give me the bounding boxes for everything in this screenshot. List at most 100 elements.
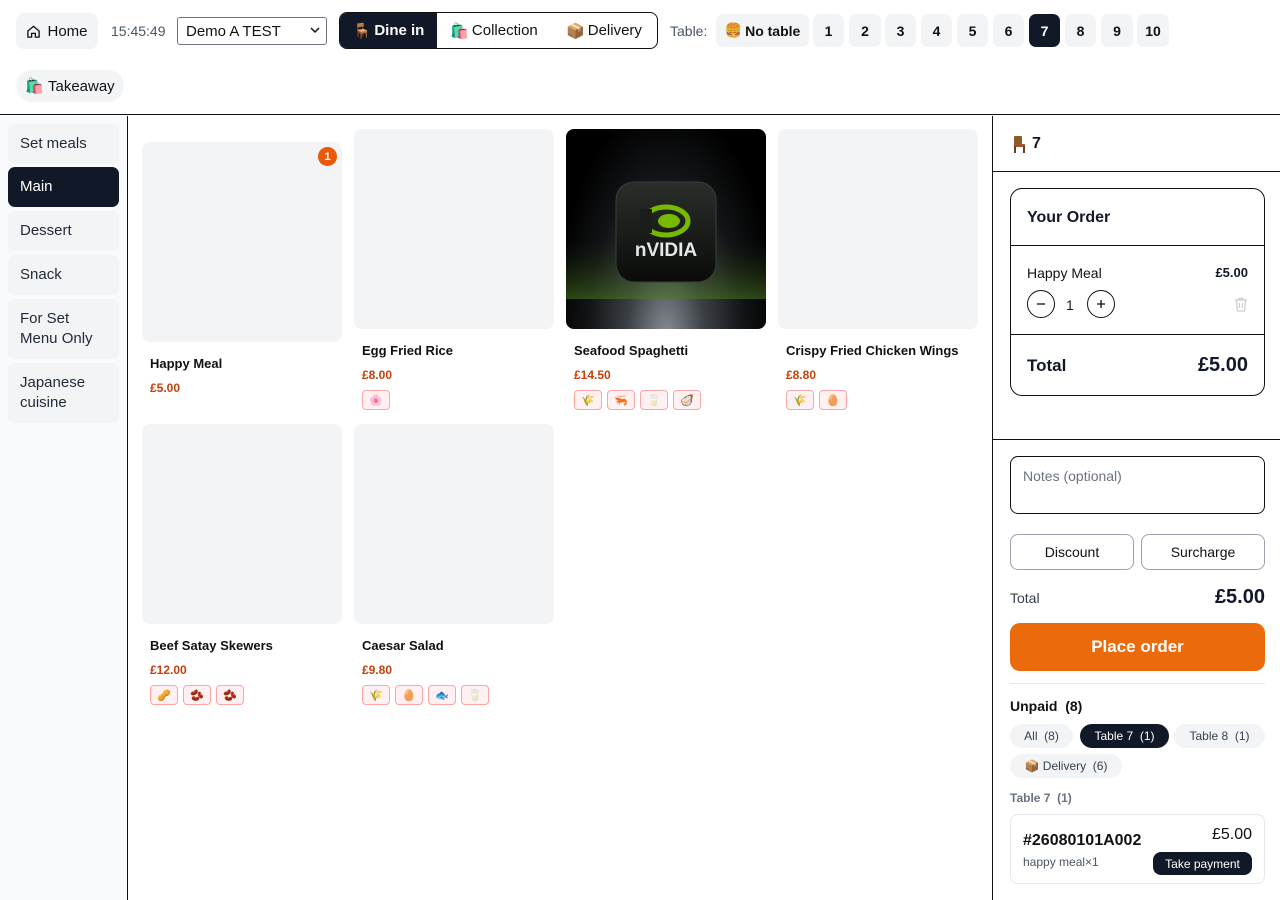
order-panel: 7 Your Order Happy Meal £5.00 1 Total £5… [992,116,1280,900]
current-table-header: 7 [993,116,1280,172]
table-button-2[interactable]: 2 [849,14,881,47]
table-button-8[interactable]: 8 [1065,14,1096,47]
notes-input[interactable]: Notes (optional) [1010,456,1265,514]
trash-icon[interactable] [1234,297,1248,312]
order-item-qty: 1 [1066,297,1074,313]
gluten-allergen-icon: 🌾 [362,685,390,705]
store-select[interactable]: Demo A TEST [177,17,327,45]
category-set-meals[interactable]: Set meals [8,124,119,164]
product-image [142,424,342,624]
table-button-5[interactable]: 5 [957,14,988,47]
product-price: £8.80 [786,368,817,382]
soya-allergen-icon: 🫘 [183,685,211,705]
mode-collection-button[interactable]: 🛍️ Collection [437,13,551,48]
place-order-button[interactable]: Place order [1010,623,1265,671]
category-snack[interactable]: Snack [8,255,119,295]
allergen-list: 🥜 🫘 🫘 [150,685,342,705]
mollusc-allergen-icon: 🦪 [673,390,701,410]
category-for-set-menu-only[interactable]: For Set Menu Only [8,299,119,359]
product-price: £5.00 [150,381,181,395]
grand-total-row: Total £5.00 [1010,586,1265,609]
home-button[interactable]: Home [16,13,98,49]
product-card-happy-meal[interactable]: 1 Happy Meal £5.00 [142,142,342,395]
order-id: #26080101A002 [1023,832,1142,849]
product-price: £9.80 [362,663,393,677]
nvidia-logo-image: nVIDIA [566,181,766,299]
flower-allergen-icon: 🌸 [362,390,390,410]
table-button-9[interactable]: 9 [1101,14,1133,47]
category-dessert[interactable]: Dessert [8,211,119,251]
product-card-crispy-fried-chicken-wings[interactable]: Crispy Fried Chicken Wings £8.80 🌾 🥚 [778,129,978,410]
order-items-summary: happy meal×1 [1023,855,1099,869]
egg-allergen-icon: 🥚 [819,390,847,410]
clock: 15:45:49 [111,23,166,39]
filter-table-7[interactable]: Table 7 (1) [1080,724,1169,748]
product-grid: 1 Happy Meal £5.00 Egg Fried Rice £8.00 … [129,116,991,900]
category-main[interactable]: Main [8,167,119,207]
discount-button[interactable]: Discount [1010,534,1134,570]
product-price: £8.00 [362,368,393,382]
filter-table-8[interactable]: Table 8 (1) [1174,724,1265,748]
grand-total-label: Total [1010,589,1040,606]
chair-icon: 🪑 [352,22,372,40]
unpaid-title: Unpaid (8) [1010,698,1083,714]
table-button-7[interactable]: 7 [1029,14,1060,47]
cart-count-badge: 1 [318,147,337,166]
takeaway-button[interactable]: 🛍️ Takeaway [16,70,124,102]
mode-delivery-button[interactable]: 📦 Delivery [551,13,657,48]
filter-all[interactable]: All (8) [1010,724,1073,748]
product-card-seafood-spaghetti[interactable]: nVIDIA Seafood Spaghetti £14.50 🌾 🦐 🥛 🦪 [566,129,766,410]
home-icon [27,24,41,38]
allergen-list: 🌾 🥚 [786,390,978,410]
no-table-button[interactable]: 🍔 No table [716,14,809,47]
table-button-1[interactable]: 1 [813,14,844,47]
product-image [354,129,554,329]
home-label: Home [47,22,88,40]
table-button-6[interactable]: 6 [993,14,1024,47]
shopping-bag-icon: 🛍️ [450,22,469,40]
take-payment-button[interactable]: Take payment [1153,852,1252,875]
milk-allergen-icon: 🥛 [640,390,668,410]
order-item-name: Happy Meal [1027,265,1102,281]
table-button-10[interactable]: 10 [1137,14,1169,47]
product-image: nVIDIA [566,129,766,329]
product-image [778,129,978,329]
product-card-beef-satay-skewers[interactable]: Beef Satay Skewers £12.00 🥜 🫘 🫘 [142,424,342,705]
gluten-allergen-icon: 🌾 [574,390,602,410]
chair-icon [1014,135,1025,153]
unpaid-order-card[interactable]: #26080101A002 £5.00 happy meal×1 Take pa… [1010,814,1265,884]
product-card-egg-fried-rice[interactable]: Egg Fried Rice £8.00 🌸 [354,129,554,410]
decrease-qty-button[interactable] [1027,290,1055,318]
table-button-4[interactable]: 4 [921,14,952,47]
store-select-value: Demo A TEST [186,22,281,40]
product-image: 1 [142,142,342,342]
category-sidebar: Set meals Main Dessert Snack For Set Men… [0,116,128,900]
fish-allergen-icon: 🐟 [428,685,456,705]
your-order-title: Your Order [1011,189,1264,246]
table-label: Table: [670,23,708,39]
increase-qty-button[interactable] [1087,290,1115,318]
no-table-label: No table [745,22,801,39]
product-card-caesar-salad[interactable]: Caesar Salad £9.80 🌾 🥚 🐟 🥛 [354,424,554,705]
product-name: Seafood Spaghetti [574,343,689,358]
allergen-list: 🌾 🦐 🥛 🦪 [574,390,766,410]
order-total-value: £5.00 [1197,354,1248,376]
gluten-allergen-icon: 🌾 [786,390,814,410]
burger-icon: 🍔 [724,22,743,38]
table-button-3[interactable]: 3 [885,14,916,47]
package-icon: 📦 [566,22,585,40]
mode-label: Collection [471,22,538,39]
chevron-down-icon [310,27,320,34]
mode-dine-in-button[interactable]: 🪑 Dine in [340,13,437,48]
product-name: Happy Meal [150,356,223,371]
allergen-list: 🌸 [362,390,554,410]
unpaid-group-label: Table 7 (1) [1010,791,1072,805]
surcharge-button[interactable]: Surcharge [1141,534,1265,570]
product-name: Caesar Salad [362,638,444,653]
shellfish-allergen-icon: 🦐 [607,390,635,410]
divider [993,439,1280,440]
product-price: £12.00 [150,663,187,677]
order-line-item: Happy Meal £5.00 1 [1011,246,1264,335]
category-japanese-cuisine[interactable]: Japanese cuisine [8,363,119,423]
filter-delivery[interactable]: 📦 Delivery (6) [1010,754,1122,778]
